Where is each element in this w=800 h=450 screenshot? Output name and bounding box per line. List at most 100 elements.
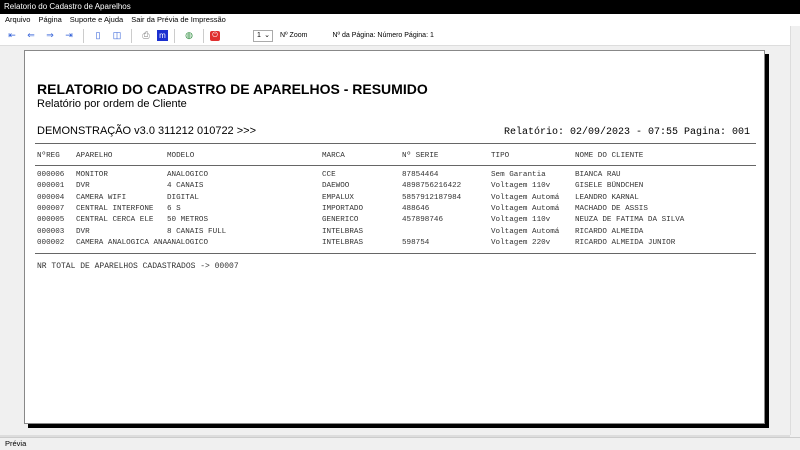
col-modelo: ANALOGICO bbox=[167, 238, 209, 247]
vertical-scrollbar[interactable] bbox=[790, 26, 800, 435]
table-row: 000005 CENTRAL CERCA ELE 50 METROS GENERICO… bbox=[25, 216, 764, 227]
col-modelo: ANALOGICO bbox=[167, 171, 209, 179]
print-icon[interactable]: ⎙ bbox=[138, 28, 154, 44]
export-icon[interactable]: m bbox=[157, 30, 168, 41]
col-modelo: 6 S bbox=[167, 204, 181, 213]
col-marca: EMPALUX bbox=[322, 193, 354, 202]
first-page-icon[interactable]: ⇤ bbox=[4, 28, 20, 44]
col-modelo: 8 CANAIS FULL bbox=[167, 227, 227, 236]
preview-area: RELATORIO DO CADASTRO DE APARELHOS - RES… bbox=[0, 47, 790, 435]
col-cliente: NEUZA DE FATIMA DA SILVA bbox=[575, 216, 685, 225]
title-bar: Relatorio do Cadastro de Aparelhos bbox=[0, 0, 800, 14]
col-cliente: LEANDRO KARNAL bbox=[575, 193, 639, 202]
next-page-icon[interactable]: ⇒ bbox=[42, 28, 58, 44]
header-col-serie: Nº SERIE bbox=[402, 152, 439, 160]
col-cliente: GISELE BÜNDCHEN bbox=[575, 182, 644, 191]
col-tipo: Voltagem 220v bbox=[491, 238, 551, 247]
col-nreg: 000003 bbox=[37, 227, 65, 236]
col-cliente: MACHADO DE ASSIS bbox=[575, 204, 648, 213]
col-marca: INTELBRAS bbox=[322, 238, 364, 247]
separator bbox=[83, 28, 84, 43]
demo-label: DEMONSTRAÇÃO v3.0 311212 010722 >>> bbox=[37, 125, 257, 137]
col-tipo: Sem Garantia bbox=[491, 171, 546, 179]
col-aparelho: MONITOR bbox=[76, 171, 108, 179]
col-aparelho: CAMERA ANALOGICA ANA bbox=[76, 238, 168, 247]
table-row: 000002 CAMERA ANALOGICA ANA ANALOGICO INTEL… bbox=[25, 239, 764, 250]
col-tipo: Voltagem 110v bbox=[491, 216, 551, 225]
header-col-marca: MARCA bbox=[322, 152, 345, 160]
menu-sair[interactable]: Sair da Prévia de Impressão bbox=[131, 14, 226, 26]
divider bbox=[35, 165, 756, 166]
menu-suporte[interactable]: Suporte e Ajuda bbox=[70, 14, 123, 26]
report-page: RELATORIO DO CADASTRO DE APARELHOS - RES… bbox=[24, 50, 765, 424]
divider bbox=[35, 143, 756, 144]
status-bar: Prévia bbox=[0, 437, 800, 450]
col-marca: DAEWOO bbox=[322, 182, 350, 191]
menu-bar: Arquivo Página Suporte e Ajuda Sair da P… bbox=[0, 14, 800, 26]
col-tipo: Voltagem 110v bbox=[491, 182, 551, 191]
header-col-modelo: MODELO bbox=[167, 152, 195, 160]
table-row: 000007 CENTRAL INTERFONE 6 S IMPORTADO 48864… bbox=[25, 205, 764, 216]
total-count: NR TOTAL DE APARELHOS CADASTRADOS -> 000… bbox=[37, 262, 239, 271]
col-nreg: 000001 bbox=[37, 182, 65, 191]
table-row: 000006 MONITOR ANALOGICO CCE 87854464 Sem Gar… bbox=[25, 171, 764, 182]
menu-pagina[interactable]: Página bbox=[38, 14, 61, 26]
single-page-icon[interactable]: ▯ bbox=[90, 28, 106, 44]
divider bbox=[35, 253, 756, 254]
col-nreg: 000007 bbox=[37, 204, 65, 213]
two-page-icon[interactable]: ◫ bbox=[109, 28, 125, 44]
col-cliente: RICARDO ALMEIDA JUNIOR bbox=[575, 238, 676, 247]
col-modelo: 4 CANAIS bbox=[167, 182, 204, 191]
menu-arquivo[interactable]: Arquivo bbox=[5, 14, 30, 26]
report-info: Relatório: 02/09/2023 - 07:55 Pagina: 00… bbox=[503, 127, 750, 138]
col-serie: 488646 bbox=[402, 204, 430, 213]
col-serie: 4898756216422 bbox=[402, 182, 462, 191]
zoom-label: Nº Zoom bbox=[280, 32, 308, 39]
col-nreg: 000005 bbox=[37, 216, 65, 225]
col-serie: 457898746 bbox=[402, 216, 444, 225]
separator bbox=[203, 28, 204, 43]
report-subtitle: Relatório por ordem de Cliente bbox=[37, 98, 187, 110]
col-cliente: BIANCA RAU bbox=[575, 171, 621, 179]
col-aparelho: CENTRAL CERCA ELE bbox=[76, 216, 154, 225]
web-icon[interactable]: ◍ bbox=[181, 28, 197, 44]
col-modelo: DIGITAL bbox=[167, 193, 199, 202]
header-col-aparelho: APARELHO bbox=[76, 152, 113, 160]
col-nreg: 000002 bbox=[37, 238, 65, 247]
page-number-label: Nº da Página: Número Página: 1 bbox=[332, 32, 434, 39]
table-header: NºREG APARELHO MODELO MARCA Nº SERIE TIPO NOME… bbox=[25, 152, 764, 162]
col-aparelho: CAMERA WIFI bbox=[76, 193, 127, 202]
col-serie: 598754 bbox=[402, 238, 430, 247]
col-serie: 87854464 bbox=[402, 171, 439, 179]
separator bbox=[174, 28, 175, 43]
zoom-value: 1 bbox=[257, 31, 261, 39]
col-tipo: Voltagem Automá bbox=[491, 227, 560, 236]
col-tipo: Voltagem Automá bbox=[491, 193, 560, 202]
header-col-cliente: NOME DO CLIENTE bbox=[575, 152, 644, 160]
col-tipo: Voltagem Automá bbox=[491, 204, 560, 213]
col-aparelho: DVR bbox=[76, 182, 90, 191]
col-marca: CCE bbox=[322, 171, 336, 179]
col-nreg: 000004 bbox=[37, 193, 65, 202]
toolbar: ⇤ ⇐ ⇒ ⇥ ▯ ◫ ⎙ m ◍ ⏻ 1 ⌄ Nº Zoom Nº da Pág… bbox=[0, 26, 800, 46]
chevron-down-icon: ⌄ bbox=[264, 31, 270, 39]
header-col-tipo: TIPO bbox=[491, 152, 510, 160]
col-marca: GENERICO bbox=[322, 216, 359, 225]
col-aparelho: CENTRAL INTERFONE bbox=[76, 204, 154, 213]
last-page-icon[interactable]: ⇥ bbox=[61, 28, 77, 44]
separator bbox=[131, 28, 132, 43]
col-marca: IMPORTADO bbox=[322, 204, 364, 213]
zoom-select[interactable]: 1 ⌄ bbox=[253, 29, 273, 42]
table-row: 000003 DVR 8 CANAIS FULL INTELBRAS Voltagem … bbox=[25, 228, 764, 239]
table-row: 000004 CAMERA WIFI DIGITAL EMPALUX 585791218… bbox=[25, 194, 764, 205]
col-nreg: 000006 bbox=[37, 171, 65, 179]
col-modelo: 50 METROS bbox=[167, 216, 209, 225]
prev-page-icon[interactable]: ⇐ bbox=[23, 28, 39, 44]
col-marca: INTELBRAS bbox=[322, 227, 364, 236]
close-icon[interactable]: ⏻ bbox=[210, 30, 220, 41]
header-col-nreg: NºREG bbox=[37, 152, 60, 160]
report-title: RELATORIO DO CADASTRO DE APARELHOS - RES… bbox=[37, 81, 428, 97]
table-row: 000001 DVR 4 CANAIS DAEWOO 4898756216422 Volt… bbox=[25, 182, 764, 193]
col-serie: 5857912187984 bbox=[402, 193, 462, 202]
col-aparelho: DVR bbox=[76, 227, 90, 236]
